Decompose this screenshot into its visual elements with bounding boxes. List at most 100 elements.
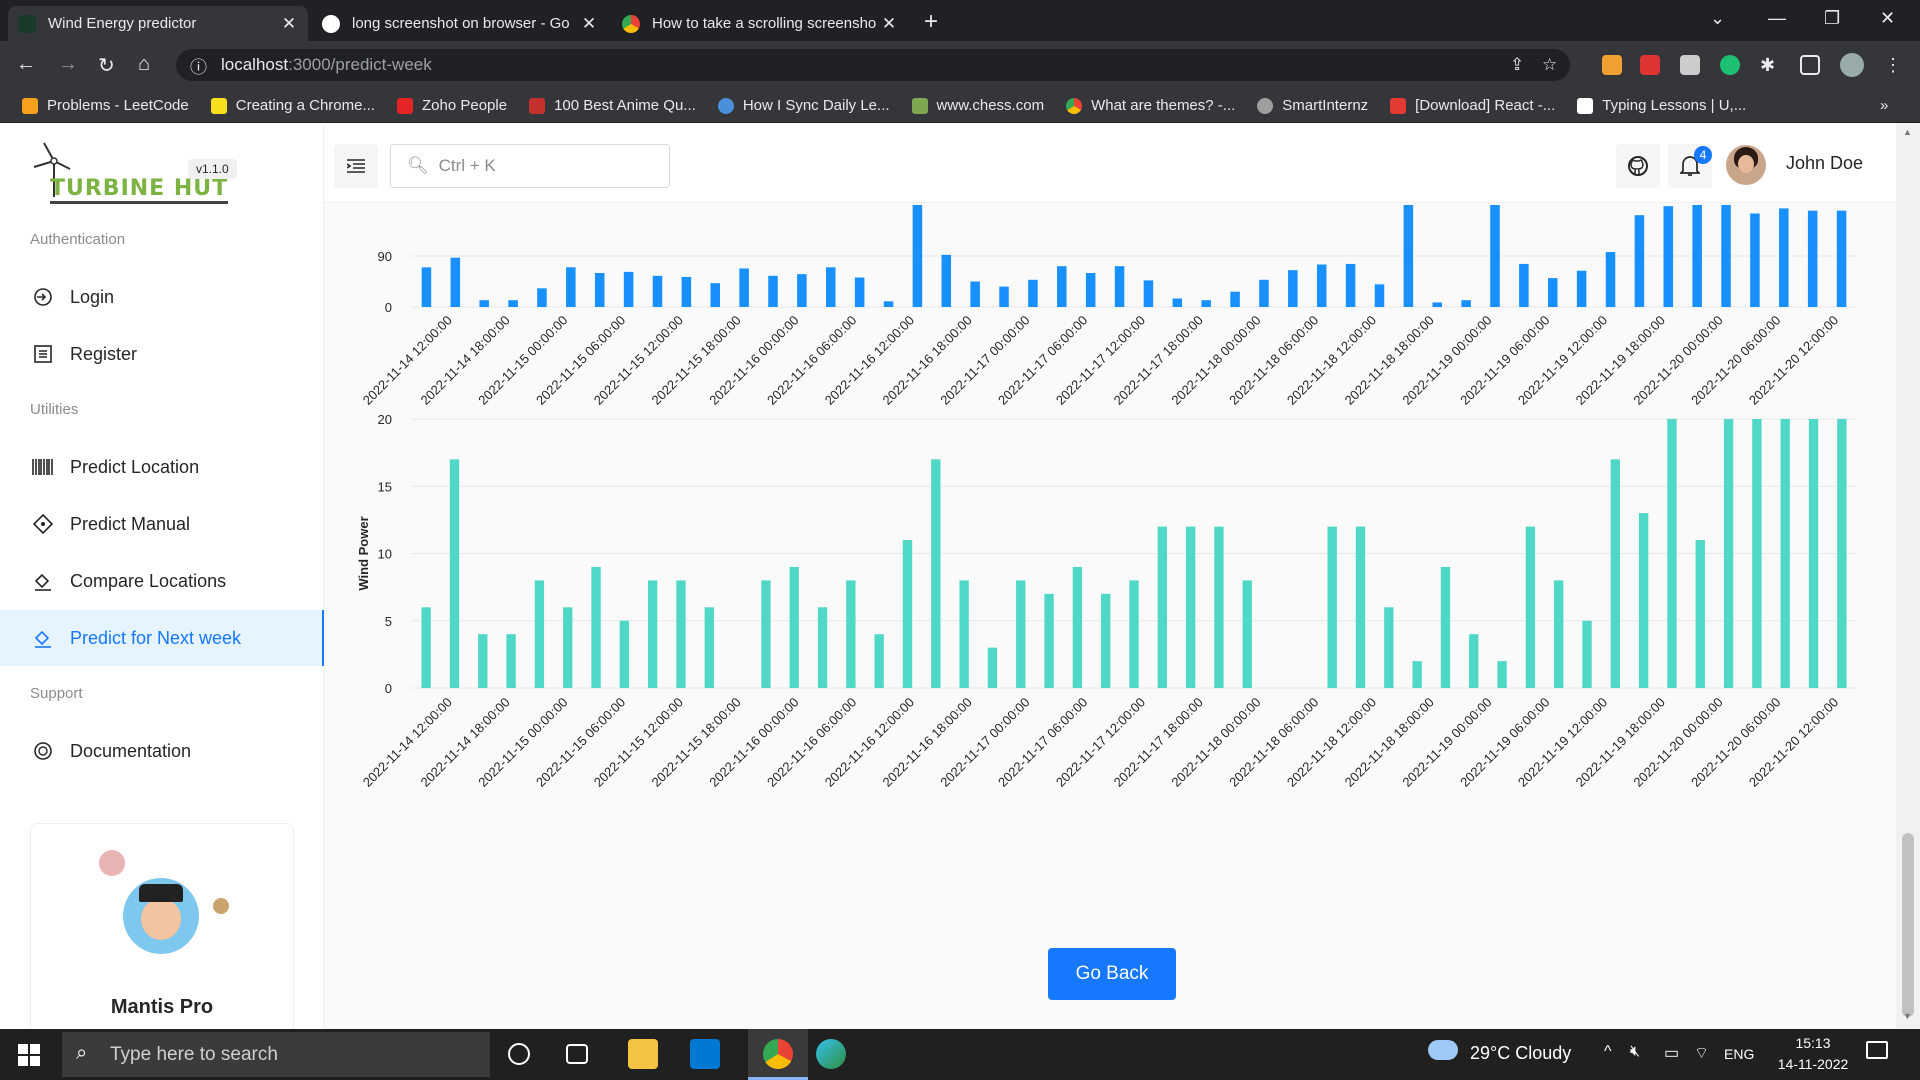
tab-long-screenshot[interactable]: long screenshot on browser - Go ✕ bbox=[312, 6, 608, 41]
sidebar-item-predict-location[interactable]: Predict Location bbox=[0, 439, 324, 495]
bar bbox=[1554, 580, 1564, 688]
bar bbox=[506, 634, 516, 688]
back-icon[interactable]: ← bbox=[16, 53, 36, 76]
user-name[interactable]: John Doe bbox=[1786, 153, 1863, 174]
more-bookmarks-icon[interactable]: » bbox=[1880, 97, 1888, 114]
bookmark-chrome-ext[interactable]: Creating a Chrome... bbox=[210, 97, 375, 114]
sidebar-item-login[interactable]: Login bbox=[0, 269, 324, 325]
user-avatar[interactable] bbox=[1726, 145, 1766, 185]
bar bbox=[563, 607, 573, 688]
go-back-button[interactable]: Go Back bbox=[1048, 948, 1176, 1000]
taskbar-search-placeholder: Type here to search bbox=[110, 1043, 278, 1065]
tab-search-icon[interactable]: ⌄ bbox=[1710, 8, 1725, 29]
tab-scrolling-screenshot[interactable]: How to take a scrolling screensho ✕ bbox=[612, 6, 908, 41]
scroll-up-icon[interactable]: ▲ bbox=[1903, 127, 1912, 137]
bookmark-star-icon[interactable]: ☆ bbox=[1542, 55, 1557, 75]
windows-start-icon[interactable] bbox=[18, 1044, 40, 1066]
bar bbox=[959, 580, 969, 688]
bar bbox=[874, 634, 884, 688]
new-tab-icon[interactable]: + bbox=[924, 8, 938, 36]
address-bar[interactable]: ⓘ localhost:3000/predict-week ⇪ ☆ bbox=[176, 49, 1570, 81]
bar bbox=[1667, 419, 1677, 688]
bookmark-sync[interactable]: How I Sync Daily Le... bbox=[717, 97, 890, 114]
close-tab-icon[interactable]: ✕ bbox=[280, 14, 298, 34]
bookmarks-bar: Problems - LeetCode Creating a Chrome...… bbox=[0, 89, 1920, 123]
page-scrollbar[interactable]: ▲ ▼ bbox=[1896, 123, 1920, 1029]
grammarly-icon[interactable] bbox=[1720, 55, 1740, 75]
bookmark-themes[interactable]: What are themes? -... bbox=[1066, 97, 1235, 114]
menu-toggle-button[interactable] bbox=[334, 144, 378, 188]
extension-icon[interactable] bbox=[1602, 55, 1622, 75]
bar bbox=[987, 647, 998, 688]
taskbar-search-input[interactable]: ⌕ Type here to search bbox=[62, 1032, 490, 1077]
notification-center-icon[interactable] bbox=[1866, 1041, 1888, 1059]
edge-icon[interactable] bbox=[816, 1039, 846, 1069]
side-panel-icon[interactable] bbox=[1800, 55, 1820, 75]
bar bbox=[817, 607, 828, 688]
clock-date[interactable]: 14-11-2022 bbox=[1772, 1056, 1854, 1072]
leetcode-icon bbox=[22, 97, 38, 114]
sidebar-item-predict-week[interactable]: Predict for Next week bbox=[0, 610, 324, 666]
bookmark-chess[interactable]: www.chess.com bbox=[911, 97, 1044, 114]
promo-title: Mantis Pro bbox=[110, 996, 214, 1018]
vscode-icon[interactable] bbox=[690, 1039, 720, 1069]
tab-wind-energy[interactable]: Wind Energy predictor ✕ bbox=[8, 6, 308, 41]
promo-avatar bbox=[123, 878, 199, 954]
bar bbox=[1412, 661, 1422, 688]
bookmark-typing[interactable]: Typing Lessons | U,... bbox=[1577, 97, 1746, 114]
y-tick-label: 0 bbox=[385, 681, 392, 696]
bar bbox=[1157, 526, 1167, 688]
extension-icon[interactable] bbox=[1640, 55, 1660, 75]
extension-icon[interactable] bbox=[1680, 55, 1700, 75]
site-info-icon[interactable]: ⓘ bbox=[190, 53, 207, 78]
register-icon bbox=[32, 343, 54, 365]
close-window-icon[interactable]: ✕ bbox=[1880, 8, 1895, 29]
bookmark-smartinternz[interactable]: SmartInternz bbox=[1257, 97, 1368, 114]
sidebar-item-documentation[interactable]: Documentation bbox=[0, 723, 324, 779]
minimize-icon[interactable]: — bbox=[1768, 8, 1786, 29]
clock-time[interactable]: 15:13 bbox=[1790, 1035, 1836, 1051]
file-explorer-icon[interactable] bbox=[628, 1039, 658, 1069]
chrome-icon bbox=[763, 1039, 793, 1069]
restore-icon[interactable]: ❐ bbox=[1824, 8, 1840, 29]
promo-card: Mantis Pro bbox=[30, 823, 294, 1043]
volume-icon[interactable]: 🔇︎ bbox=[1630, 1043, 1640, 1061]
chrome-taskbar-button[interactable] bbox=[748, 1029, 808, 1080]
bookmark-leetcode[interactable]: Problems - LeetCode bbox=[22, 97, 189, 114]
bookmark-react[interactable]: [Download] React -... bbox=[1390, 97, 1555, 114]
search-placeholder: Ctrl + K bbox=[438, 156, 496, 175]
scroll-down-icon[interactable]: ▼ bbox=[1903, 1011, 1912, 1021]
show-hidden-icons-icon[interactable]: ^ bbox=[1604, 1043, 1612, 1061]
url-path: :3000/predict-week bbox=[288, 55, 432, 74]
forward-icon[interactable]: → bbox=[58, 53, 78, 76]
menu-kebab-icon[interactable]: ⋮ bbox=[1884, 55, 1904, 75]
profile-avatar[interactable] bbox=[1840, 53, 1864, 77]
bar bbox=[1752, 419, 1762, 688]
group-authentication: Authentication bbox=[30, 231, 126, 248]
share-icon[interactable]: ⇪ bbox=[1510, 55, 1524, 75]
close-tab-icon[interactable]: ✕ bbox=[580, 14, 598, 34]
extensions-puzzle-icon[interactable]: ✱ bbox=[1760, 55, 1780, 75]
cortana-icon[interactable] bbox=[508, 1043, 530, 1065]
login-icon bbox=[32, 286, 54, 308]
google-favicon-icon bbox=[322, 14, 340, 33]
sidebar-item-compare-locations[interactable]: Compare Locations bbox=[0, 553, 324, 609]
language-indicator[interactable]: ENG bbox=[1724, 1046, 1754, 1062]
home-icon[interactable]: ⌂ bbox=[138, 53, 150, 76]
bookmark-zoho[interactable]: Zoho People bbox=[396, 97, 507, 114]
github-button[interactable] bbox=[1616, 144, 1660, 188]
battery-icon[interactable]: ▭ bbox=[1664, 1043, 1679, 1063]
wifi-icon[interactable]: ⌔ bbox=[1694, 1043, 1709, 1063]
sidebar-item-register[interactable]: Register bbox=[0, 326, 324, 382]
task-view-icon[interactable] bbox=[566, 1044, 588, 1064]
scrollbar-thumb[interactable] bbox=[1902, 833, 1914, 1017]
close-tab-icon[interactable]: ✕ bbox=[880, 14, 898, 34]
bar bbox=[1129, 580, 1139, 688]
reload-icon[interactable]: ↻ bbox=[98, 53, 115, 78]
search-input[interactable]: 🔍︎ Ctrl + K bbox=[390, 144, 670, 188]
notifications-button[interactable]: 4 bbox=[1668, 144, 1712, 188]
bookmark-anime[interactable]: 100 Best Anime Qu... bbox=[529, 97, 696, 114]
sidebar-item-predict-manual[interactable]: Predict Manual bbox=[0, 496, 324, 552]
weather-text[interactable]: 29°C Cloudy bbox=[1470, 1043, 1571, 1064]
bar bbox=[1327, 526, 1337, 688]
